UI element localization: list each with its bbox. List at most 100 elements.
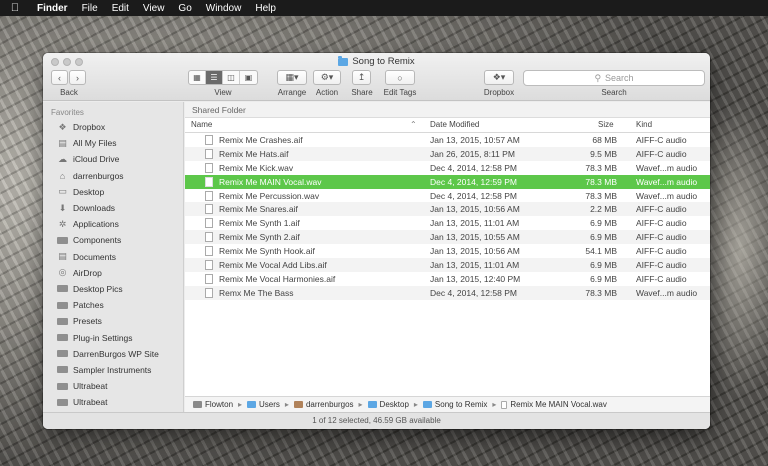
file-name: Remix Me Percussion.wav	[219, 190, 320, 201]
icon-view-icon[interactable]: ▦	[189, 71, 206, 84]
table-row[interactable]: Remx Me The Bass Dec 4, 2014, 12:58 PM 78.…	[185, 285, 710, 300]
list-view-icon[interactable]: ☰	[206, 71, 223, 84]
cover-flow-icon[interactable]: ▣	[240, 71, 257, 84]
folder-icon	[57, 350, 68, 358]
table-row[interactable]: Remix Me Crashes.aif Jan 13, 2015, 10:57 …	[185, 133, 710, 147]
cloud-icon: ☁	[58, 153, 67, 164]
documents-icon: ▤	[58, 251, 67, 262]
sidebar-item[interactable]: Ultrabeat	[43, 378, 183, 394]
view-segmented-control[interactable]: ▦ ☰ ◫ ▣	[188, 70, 258, 85]
menu-help[interactable]: Help	[248, 3, 283, 14]
audio-file-icon	[205, 190, 213, 201]
file-date: Jan 13, 2015, 11:01 AM	[430, 218, 520, 229]
search-input[interactable]: ⚲ Search	[523, 70, 705, 86]
file-date: Jan 13, 2015, 10:56 AM	[430, 246, 520, 257]
sidebar-item-label: Patches	[73, 300, 104, 311]
sidebar-item[interactable]: ☁ iCloud Drive	[43, 151, 183, 167]
sidebar-item[interactable]: Presets	[43, 313, 183, 329]
sidebar-item[interactable]: ✲ Applications	[43, 216, 183, 232]
sidebar-item[interactable]: ❖ Dropbox	[43, 119, 183, 135]
file-size: 6.9 MB	[590, 218, 617, 229]
sidebar-item[interactable]: DarrenBurgos WP Site	[43, 346, 183, 362]
path-segment[interactable]: Song to Remix	[435, 400, 487, 409]
table-row[interactable]: Remix Me Kick.wav Dec 4, 2014, 12:58 PM 78…	[185, 161, 710, 175]
menu-go[interactable]: Go	[171, 3, 198, 14]
sidebar-item[interactable]: ◎ AirDrop	[43, 265, 183, 281]
sidebar-item[interactable]: Patches	[43, 297, 183, 313]
sidebar-item-label: iCloud Drive	[73, 154, 120, 165]
file-date: Dec 4, 2014, 12:58 PM	[430, 287, 517, 298]
table-row[interactable]: Remix Me Percussion.wav Dec 4, 2014, 12:5…	[185, 189, 710, 203]
file-size: 78.3 MB	[585, 287, 617, 298]
table-row[interactable]: Remix Me Vocal Harmonies.aif Jan 13, 2015…	[185, 272, 710, 286]
view-label: View	[214, 88, 232, 97]
column-header-kind[interactable]: Kind	[636, 120, 652, 129]
action-label: Action	[315, 88, 339, 97]
file-size: 54.1 MB	[585, 246, 617, 257]
sidebar-item[interactable]: Plug-in Settings	[43, 329, 183, 345]
table-row[interactable]: Remix Me Synth 2.aif Jan 13, 2015, 10:55 …	[185, 230, 710, 245]
sidebar-item-label: Dropbox	[73, 122, 106, 133]
sidebar-item[interactable]: ⬇ Downloads	[43, 200, 183, 216]
path-segment[interactable]: Desktop	[380, 400, 409, 409]
sidebar-item[interactable]: Desktop Pics	[43, 281, 183, 297]
folder-icon	[247, 401, 257, 408]
menu-view[interactable]: View	[136, 3, 172, 14]
path-segment[interactable]: Flowton	[205, 400, 233, 409]
sidebar-item[interactable]: ▤ All My Files	[43, 135, 183, 151]
sidebar-item[interactable]: ▭ Desktop	[43, 184, 183, 200]
file-name: Remix Me Vocal Add Libs.aif	[219, 260, 327, 271]
search-icon: ⚲	[594, 72, 602, 83]
table-row[interactable]: Remix Me Snares.aif Jan 13, 2015, 10:56 A…	[185, 202, 710, 217]
sidebar-item[interactable]: Components	[43, 232, 183, 248]
back-button[interactable]: ‹	[51, 70, 68, 85]
sidebar-item-label: Ultrabeat	[73, 381, 108, 392]
folder-icon	[57, 398, 68, 406]
table-row[interactable]: Remix Me Synth 1.aif Jan 13, 2015, 11:01 …	[185, 216, 710, 230]
column-header-date[interactable]: Date Modified	[430, 120, 479, 129]
folder-icon	[57, 366, 68, 374]
sidebar-item-label: Desktop	[73, 186, 105, 197]
folder-icon	[57, 382, 68, 390]
sidebar-item-label: AirDrop	[73, 267, 102, 278]
apple-menu-icon[interactable]: 	[0, 2, 30, 14]
file-kind: Wavef...m audio	[636, 162, 698, 173]
table-row[interactable]: Remix Me Synth Hook.aif Jan 13, 2015, 10:…	[185, 244, 710, 258]
share-button[interactable]: ↥	[352, 70, 371, 85]
folder-icon	[57, 236, 68, 244]
chevron-left-icon: ‹	[58, 72, 61, 83]
arrange-button[interactable]: ▦▾	[277, 70, 307, 85]
sidebar-heading: Favorites	[51, 108, 84, 117]
sidebar-item[interactable]: ⌂ darrenburgos	[43, 168, 183, 184]
menu-file[interactable]: File	[75, 3, 105, 14]
menu-edit[interactable]: Edit	[105, 3, 136, 14]
path-segment[interactable]: Remix Me MAIN Vocal.wav	[510, 400, 606, 409]
audio-file-icon	[205, 246, 213, 257]
sidebar: Favorites ❖ Dropbox ▤ All My Files ☁ iCloud D…	[43, 102, 184, 429]
arrange-icon: ▦▾	[285, 72, 299, 82]
all-files-icon: ▤	[58, 137, 67, 148]
sidebar-item[interactable]: Sampler Instruments	[43, 362, 183, 378]
menu-finder[interactable]: Finder	[30, 3, 75, 14]
audio-file-icon	[205, 162, 213, 173]
table-row[interactable]: Remix Me Vocal Add Libs.aif Jan 13, 2015,…	[185, 258, 710, 272]
table-row[interactable]: Remix Me Hats.aif Jan 26, 2015, 8:11 PM 9.…	[185, 146, 710, 161]
action-button[interactable]: ⚙▾	[313, 70, 341, 85]
path-segment[interactable]: Users	[259, 400, 280, 409]
home-icon: ⌂	[59, 170, 66, 181]
file-size: 6.9 MB	[590, 232, 617, 243]
arrange-label: Arrange	[277, 88, 307, 97]
forward-button[interactable]: ›	[69, 70, 86, 85]
sidebar-item[interactable]: Ultrabeat	[43, 394, 183, 410]
sidebar-item[interactable]: ▤ Documents	[43, 249, 183, 265]
file-name: Remix Me Vocal Harmonies.aif	[219, 273, 336, 284]
menu-window[interactable]: Window	[199, 3, 249, 14]
table-row[interactable]: Remix Me MAIN Vocal.wav Dec 4, 2014, 12:5…	[185, 174, 710, 189]
dropbox-button[interactable]: ❖▾	[484, 70, 514, 85]
column-header-size[interactable]: Size	[598, 120, 614, 129]
path-segment[interactable]: darrenburgos	[306, 400, 354, 409]
column-header-name[interactable]: Name	[191, 120, 212, 129]
column-view-icon[interactable]: ◫	[223, 71, 240, 84]
edit-tags-button[interactable]: ○	[385, 70, 415, 85]
sidebar-item-label: darrenburgos	[73, 170, 124, 181]
